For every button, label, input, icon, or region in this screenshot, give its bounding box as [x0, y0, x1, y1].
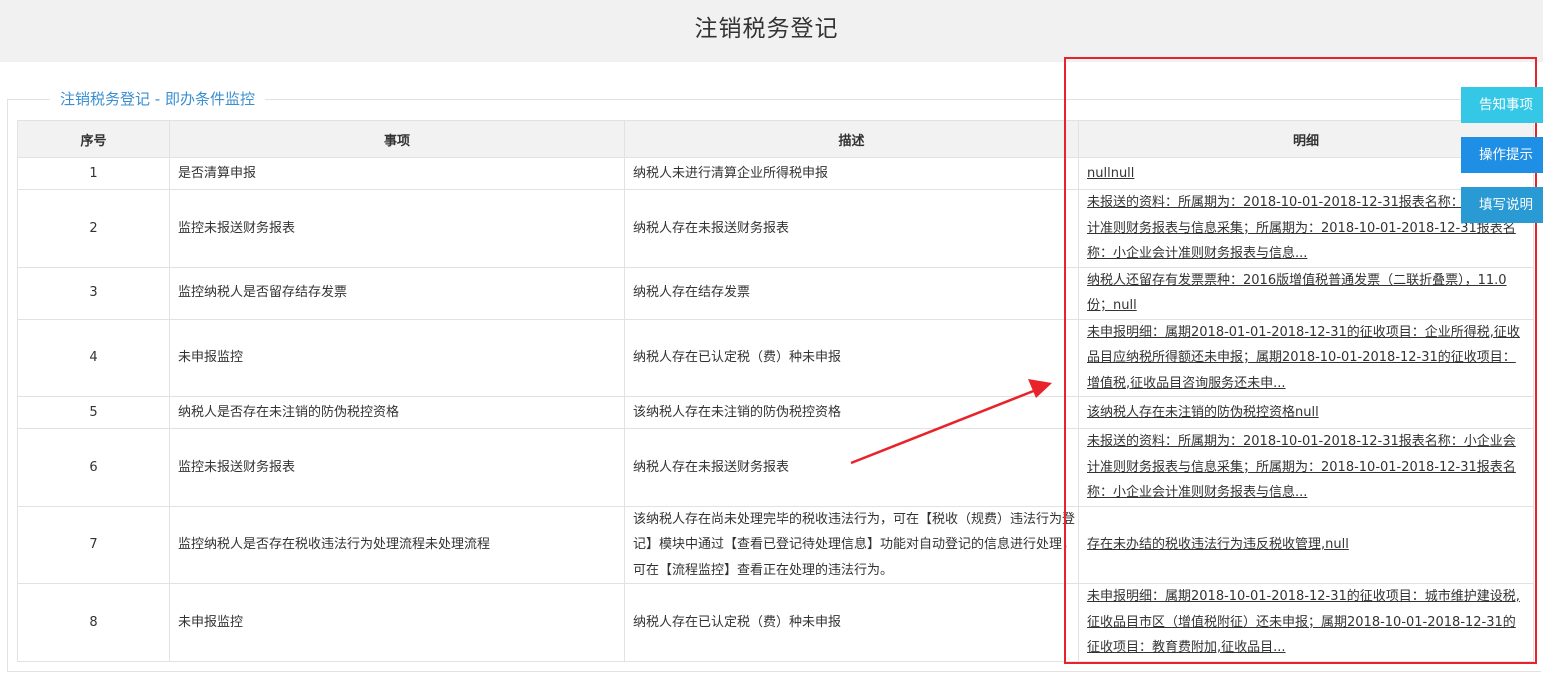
cell-no: 6 [17, 428, 170, 507]
cell-detail: 存在未办结的税收违法行为违反税收管理,null [1078, 505, 1534, 584]
section-legend: 注销税务登记 - 即办条件监控 [50, 88, 265, 110]
table-row: 6 监控未报送财务报表 纳税人存在未报送财务报表 未报送的资料：所属期为：201… [17, 428, 1534, 507]
desc-text: 纳税人存在结存发票 [633, 285, 751, 301]
cell-desc: 纳税人存在已认定税（费）种未申报 [624, 583, 1079, 662]
detail-link[interactable]: 纳税人还留存有发票票种：2016版增值税普通发票（二联折叠票），11.0份；nu… [1087, 268, 1525, 318]
cell-desc: 纳税人存在结存发票 [624, 266, 1079, 320]
cell-desc: 该纳税人存在尚未处理完毕的税收违法行为，可在【税收（规费）违法行为登记】模块中通… [624, 505, 1079, 584]
desc-text: 纳税人存在未报送财务报表 [633, 459, 790, 475]
detail-link[interactable]: 未报送的资料：所属期为：2018-10-01-2018-12-31报表名称：小企… [1087, 190, 1525, 266]
cell-item: 监控纳税人是否留存结存发票 [169, 266, 625, 320]
table-row: 3 监控纳税人是否留存结存发票 纳税人存在结存发票 纳税人还留存有发票票种：20… [17, 266, 1534, 320]
cell-detail: 未申报明细：属期2018-01-01-2018-12-31的征收项目：企业所得税… [1078, 318, 1534, 397]
page-title: 注销税务登记 [694, 16, 839, 42]
cell-detail: 该纳税人存在未注销的防伪税控资格null [1078, 396, 1534, 429]
cell-no: 3 [17, 266, 170, 320]
table-row: 7 监控纳税人是否存在税收违法行为处理流程未处理流程 该纳税人存在尚未处理完毕的… [17, 505, 1534, 584]
cell-desc: 该纳税人存在未注销的防伪税控资格 [624, 396, 1079, 429]
table-header-row: 序号 事项 描述 明细 [17, 120, 1534, 158]
cell-desc: 纳税人存在未报送财务报表 [624, 428, 1079, 507]
cell-item: 监控纳税人是否存在税收违法行为处理流程未处理流程 [169, 505, 625, 584]
table-row: 1 是否清算申报 纳税人未进行清算企业所得税申报 nullnull [17, 157, 1534, 190]
cell-item: 未申报监控 [169, 583, 625, 662]
cell-no: 4 [17, 318, 170, 397]
cell-desc: 纳税人未进行清算企业所得税申报 [624, 157, 1079, 190]
desc-text: 该纳税人存在尚未处理完毕的税收违法行为，可在【税收（规费）违法行为登记】模块中通… [633, 511, 1076, 578]
desc-text: 纳税人未进行清算企业所得税申报 [633, 165, 829, 181]
monitor-table: 序号 事项 描述 明细 1 是否清算申报 纳税人未进行清算企业所得税申报 nul… [17, 120, 1534, 662]
desc-text: 该纳税人存在未注销的防伪税控资格 [633, 404, 842, 420]
fill-instructions-button[interactable]: 填写说明 [1461, 187, 1543, 223]
desc-text: 纳税人存在已认定税（费）种未申报 [633, 350, 842, 365]
detail-link[interactable]: nullnull [1087, 161, 1525, 187]
cell-item: 监控未报送财务报表 [169, 428, 625, 507]
cell-item: 是否清算申报 [169, 157, 625, 190]
cell-no: 2 [17, 189, 170, 268]
table-row: 4 未申报监控 纳税人存在已认定税（费）种未申报 未申报明细：属期2018-01… [17, 318, 1534, 397]
header-desc: 描述 [624, 120, 1079, 158]
desc-text: 纳税人存在未报送财务报表 [633, 220, 790, 236]
cell-item: 监控未报送财务报表 [169, 189, 625, 268]
cell-detail: 未报送的资料：所属期为：2018-10-01-2018-12-31报表名称：小企… [1078, 428, 1534, 507]
title-bar: 注销税务登记 [0, 0, 1543, 62]
cell-item: 纳税人是否存在未注销的防伪税控资格 [169, 396, 625, 429]
operation-tips-button[interactable]: 操作提示 [1461, 137, 1543, 173]
detail-link[interactable]: 未申报明细：属期2018-10-01-2018-12-31的征收项目：城市维护建… [1087, 584, 1525, 660]
cell-desc: 纳税人存在已认定税（费）种未申报 [624, 318, 1079, 397]
header-no: 序号 [17, 120, 170, 158]
detail-link[interactable]: 存在未办结的税收违法行为违反税收管理,null [1087, 532, 1525, 558]
cell-no: 8 [17, 583, 170, 662]
cell-no: 1 [17, 157, 170, 190]
table-row: 8 未申报监控 纳税人存在已认定税（费）种未申报 未申报明细：属期2018-10… [17, 583, 1534, 662]
cell-detail: 未申报明细：属期2018-10-01-2018-12-31的征收项目：城市维护建… [1078, 583, 1534, 662]
table-row: 5 纳税人是否存在未注销的防伪税控资格 该纳税人存在未注销的防伪税控资格 该纳税… [17, 396, 1534, 429]
notice-button[interactable]: 告知事项 [1461, 87, 1543, 123]
cell-item: 未申报监控 [169, 318, 625, 397]
desc-text: 纳税人存在已认定税（费）种未申报 [633, 614, 842, 630]
detail-link[interactable]: 未申报明细：属期2018-01-01-2018-12-31的征收项目：企业所得税… [1087, 320, 1525, 396]
cell-no: 7 [17, 505, 170, 584]
header-item: 事项 [169, 120, 625, 158]
cell-detail: 纳税人还留存有发票票种：2016版增值税普通发票（二联折叠票），11.0份；nu… [1078, 266, 1534, 320]
cell-no: 5 [17, 396, 170, 429]
detail-link[interactable]: 未报送的资料：所属期为：2018-10-01-2018-12-31报表名称：小企… [1087, 429, 1525, 505]
cell-desc: 纳税人存在未报送财务报表 [624, 189, 1079, 268]
table-row: 2 监控未报送财务报表 纳税人存在未报送财务报表 未报送的资料：所属期为：201… [17, 189, 1534, 268]
detail-link[interactable]: 该纳税人存在未注销的防伪税控资格null [1087, 400, 1525, 426]
